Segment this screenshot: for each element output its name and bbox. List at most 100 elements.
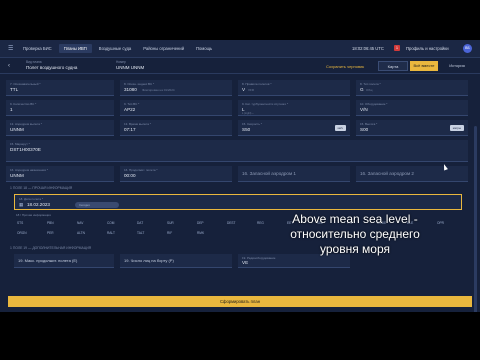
avatar[interactable]: ВБ xyxy=(463,44,472,53)
field-10-equipment[interactable]: 10. Оборудование * V/N xyxy=(356,100,468,116)
field-value: G xyxy=(360,87,364,92)
back-arrow-icon[interactable]: ‹ xyxy=(8,63,10,69)
nav-item-aircraft[interactable]: Воздушные суда xyxy=(94,44,136,53)
field-value: VE xyxy=(242,260,249,265)
all-together-button[interactable]: Всё вместе xyxy=(410,61,438,71)
field-9-wake[interactable]: 9. Кат. турбулентности спутного * L L (L… xyxy=(238,100,350,116)
field-label: 19. Макс. продолжит. полета (E) xyxy=(18,258,78,263)
field-16-destination[interactable]: 16. Аэродром назначения * UNNM xyxy=(6,166,114,182)
field-hint: L (Light) ~ xyxy=(242,112,254,115)
field-label: 15. Скорость * xyxy=(242,121,262,126)
field-9-aircraft-type[interactable]: 9. Тип ВС * AP22 xyxy=(120,100,232,116)
menu-icon[interactable]: ☰ xyxy=(8,45,16,52)
section-18-subtitle: 18 / Прочая информация xyxy=(16,213,51,217)
field-label: 7. Опознавательный * xyxy=(10,81,41,86)
today-pill[interactable]: Сегодня xyxy=(75,202,119,208)
field-value: 31080 xyxy=(124,87,137,92)
field-hint: Общ xyxy=(366,88,373,92)
field-value: 1 xyxy=(10,107,13,112)
field-value: V xyxy=(242,87,246,92)
field-label: 18. Дата полета * xyxy=(19,196,44,201)
nav-item-plans[interactable]: Планы ИВП xyxy=(58,44,92,53)
nav-item-bis[interactable]: Проверка БИС xyxy=(18,44,57,53)
field-16-duration[interactable]: 16. Продолжит. полета * 00:00 xyxy=(120,166,232,182)
nav-item-help[interactable]: Помощь xyxy=(191,44,217,53)
field-value: 18.02.2023 xyxy=(27,202,50,207)
field-value: 00:00 xyxy=(124,173,136,178)
field-19-endurance[interactable]: 19. Макс. продолжит. полета (E) xyxy=(14,254,114,268)
field-value: TTL xyxy=(10,87,19,92)
field-label: 13. Аэродром вылета * xyxy=(10,121,42,126)
field-16-alternate-1[interactable]: 16. Запасной аэродром 1 xyxy=(238,166,350,182)
history-button[interactable]: История xyxy=(442,61,472,71)
field-8-rules[interactable]: 8. Правила полетов * V VFR xyxy=(238,80,350,96)
chip-dat[interactable]: DAT xyxy=(134,220,146,226)
field-value: UNNM xyxy=(10,127,24,132)
field-label: 9. Кат. турбулентности спутного * xyxy=(242,101,289,106)
field-16-alternate-2[interactable]: 16. Запасной аэродром 2 xyxy=(356,166,468,182)
chip-nav[interactable]: NAV xyxy=(74,220,86,226)
save-draft-button[interactable]: Сохранить черновик xyxy=(326,64,364,69)
field-value: UNNM xyxy=(10,173,24,178)
chip-altn[interactable]: ALTN xyxy=(74,230,88,236)
chip-talt[interactable]: TALT xyxy=(134,230,147,236)
map-button[interactable]: Карта xyxy=(378,61,408,71)
field-label: 15. Маршрут * xyxy=(10,141,30,146)
level-unit-toggle[interactable]: метры xyxy=(449,125,464,131)
speed-unit-toggle[interactable]: км/ч xyxy=(334,125,346,131)
field-label: 13. Время вылета * xyxy=(124,121,151,126)
field-label: 15. Высота * xyxy=(360,121,378,126)
section-19-title[interactable]: 1 ПОЛЕ 19 — ДОПОЛНИТЕЛЬНАЯ ИНФОРМАЦИЯ xyxy=(10,246,91,250)
field-13-departure[interactable]: 13. Аэродром вылета * UNNM xyxy=(6,120,114,136)
field-placeholder: 16. Запасной аэродром 2 xyxy=(360,171,414,176)
chip-pbn[interactable]: PBN xyxy=(44,220,57,226)
chip-sur[interactable]: SUR xyxy=(164,220,177,226)
field-7[interactable]: 7. Опознавательный * TTL xyxy=(6,80,114,96)
field-label: 8. Опозн. индекс ВС * xyxy=(124,81,155,86)
plan-header: ‹ Вид плана Полет воздушного судна Номер… xyxy=(0,58,480,74)
chip-rmk[interactable]: RMK xyxy=(194,230,207,236)
field-label: 8. Тип полета * xyxy=(360,81,381,86)
chip-ralt[interactable]: RALT xyxy=(104,230,118,236)
calendar-icon[interactable]: ▦ xyxy=(19,202,23,208)
field-13-time[interactable]: 13. Время вылета * 07:17 xyxy=(120,120,232,136)
chip-dest[interactable]: DEST xyxy=(224,220,239,226)
field-label: 8. Правила полетов * xyxy=(242,81,272,86)
chip-com[interactable]: COM xyxy=(104,220,117,226)
utc-clock: 18:02:06:45 UTC xyxy=(352,46,384,51)
field-15-level[interactable]: 15. Высота * S00 метры xyxy=(356,120,468,136)
chip-sts[interactable]: STS xyxy=(14,220,26,226)
plan-type-label: Вид плана xyxy=(26,60,42,64)
field-8-type[interactable]: 8. Тип полета * G Общ xyxy=(356,80,468,96)
chip-orgn[interactable]: ORGN xyxy=(14,230,30,236)
create-plan-button[interactable]: Сформировать план xyxy=(8,296,472,307)
scrollbar[interactable] xyxy=(474,126,477,312)
chip-rif[interactable]: RIF xyxy=(164,230,175,236)
field-label: 19. Число лиц на борту (P) xyxy=(124,258,174,263)
field-15-route[interactable]: 15. Маршрут * DST1H00370E xyxy=(6,140,468,162)
field-label: 10. Оборудование * xyxy=(360,101,388,106)
field-value: AP22 xyxy=(124,107,136,112)
plan-reg-value: UNNM UNNM xyxy=(116,65,145,70)
chip-dep[interactable]: DEP xyxy=(194,220,207,226)
subtitle-line-1: Above mean sea level - xyxy=(292,212,418,226)
field-placeholder: 16. Запасной аэродром 1 xyxy=(242,171,296,176)
field-hint: VFR xyxy=(248,88,254,92)
notification-badge[interactable]: 1 xyxy=(394,45,400,51)
section-18-title[interactable]: 1 ПОЛЕ 18 — ПРОЧАЯ ИНФОРМАЦИЯ xyxy=(10,186,72,190)
chip-per[interactable]: PER xyxy=(44,230,57,236)
date-of-flight-field[interactable]: 18. Дата полета * ▦ 18.02.2023 Сегодня xyxy=(14,194,462,210)
app-window: ☰ Проверка БИС Планы ИВП Воздушные суда … xyxy=(0,40,480,312)
nav-item-restrictions[interactable]: Районы ограничений xyxy=(138,44,189,53)
subtitle-line-3: уровня моря xyxy=(319,242,390,256)
field-15-speed[interactable]: 15. Скорость * S50 км/ч xyxy=(238,120,350,136)
field-8-index[interactable]: 8. Опозн. индекс ВС * 31080 Фиксирован н… xyxy=(120,80,232,96)
profile-settings-link[interactable]: Профиль и настройки xyxy=(406,46,449,51)
field-label: 16. Аэродром назначения * xyxy=(10,167,48,172)
field-9-count[interactable]: 9. Количество ВС * 1 xyxy=(6,100,114,116)
field-hint: Фиксирован на 01/2024 xyxy=(142,88,175,92)
top-nav: ☰ Проверка БИС Планы ИВП Воздушные суда … xyxy=(0,40,480,58)
plan-type-value: Полет воздушного судна xyxy=(26,65,78,70)
field-19-persons[interactable]: 19. Число лиц на борту (P) xyxy=(120,254,232,268)
mouse-cursor-icon xyxy=(442,163,448,171)
